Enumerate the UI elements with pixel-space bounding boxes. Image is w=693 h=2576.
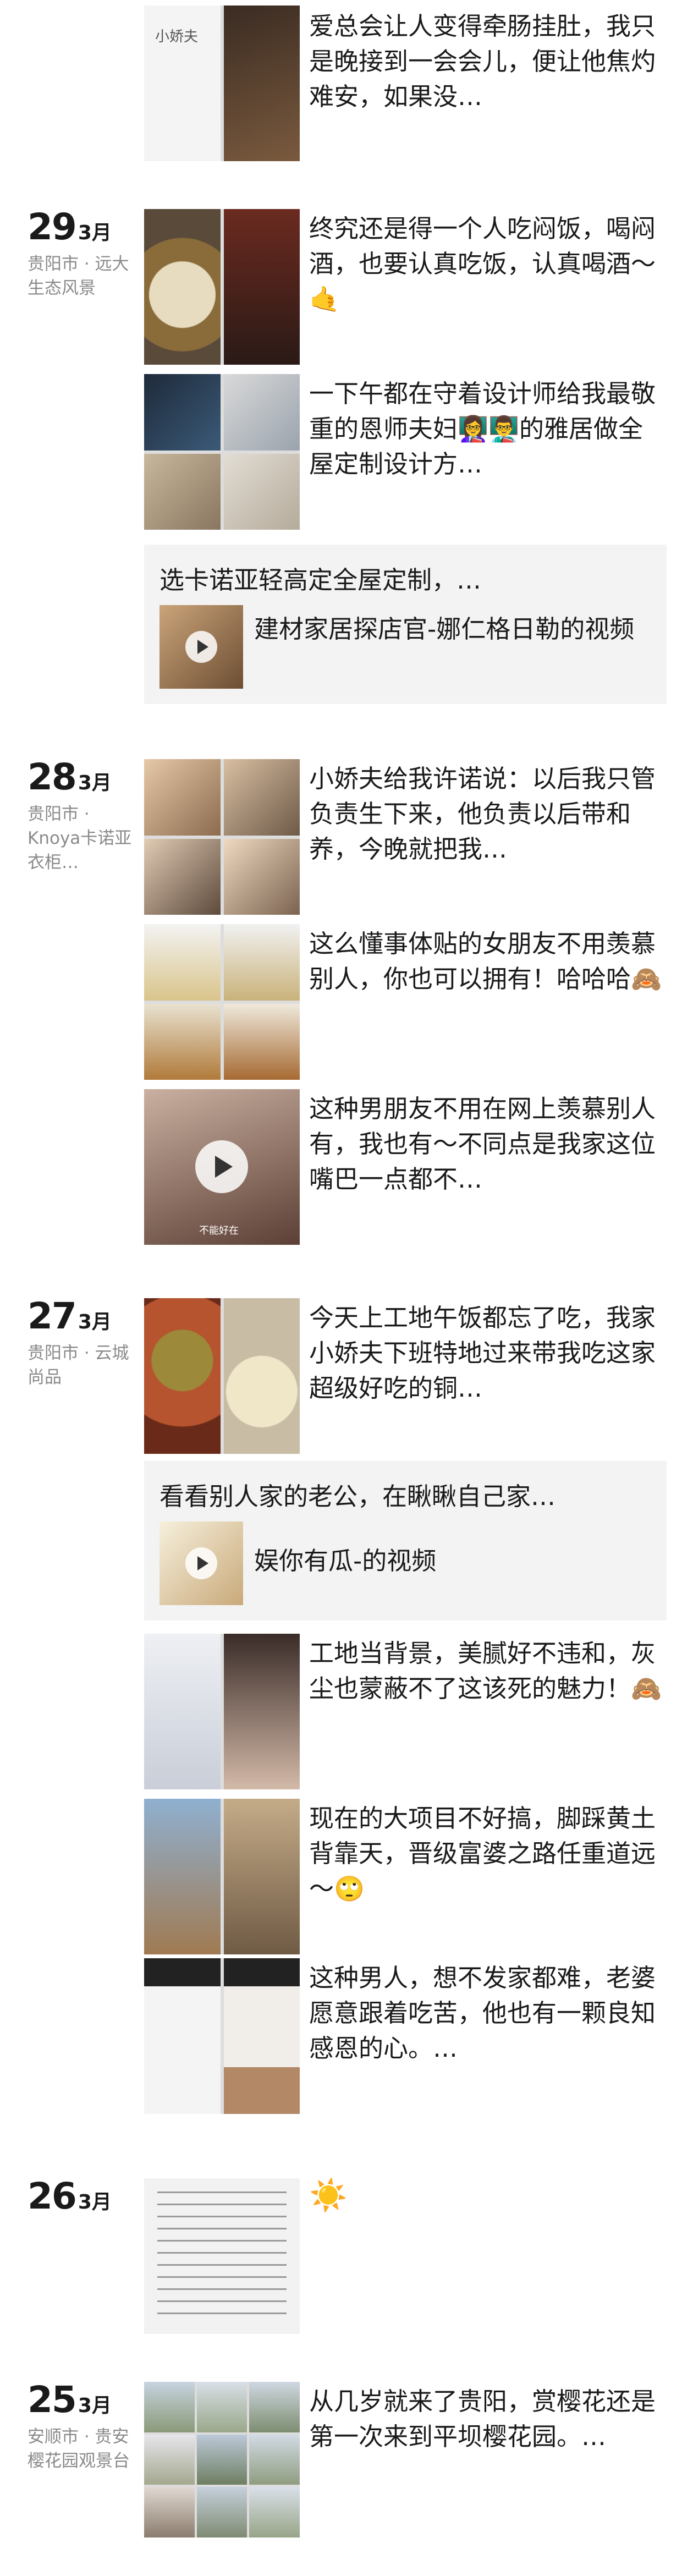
thumbnail-photo [144, 2487, 195, 2537]
post-thumbnail[interactable]: 小娇夫 [144, 6, 300, 161]
thumbnail-photo: 小娇夫 [144, 6, 221, 161]
thumbnail-photo [144, 2434, 195, 2485]
post-text[interactable]: 现在的大项目不好搞，脚踩黄土背靠天，晋级富婆之路任重道远～🙄 [309, 1801, 667, 1907]
date-day: 27 [28, 1295, 77, 1337]
thumbnail-photo [249, 2382, 300, 2432]
post-text[interactable]: 工地当背景，美腻好不违和，灰尘也蒙蔽不了这该死的魅力！🙈 [309, 1636, 667, 1706]
thumbnail-photo [223, 209, 300, 365]
thumbnail-photo [223, 838, 300, 915]
post-text[interactable]: 从几岁就来了贵阳，赏樱花还是第一次来到平坝樱花园。… [309, 2384, 667, 2454]
thumbnail-photo [223, 1634, 300, 1789]
thumbnail-photo [249, 2434, 300, 2485]
text-image [157, 2191, 287, 2321]
post-text[interactable]: 这么懂事体贴的女朋友不用羡慕别人，你也可以拥有！哈哈哈🙈 [309, 926, 667, 997]
post-text[interactable]: 今天上工地午饭都忘了吃，我家小娇夫下班特地过来带我吃这家超级好吃的铜… [309, 1300, 667, 1406]
thumbnail-photo [144, 1003, 221, 1080]
date-header: 26 3月 [28, 2178, 138, 2215]
location-label[interactable]: 贵阳市 · 远大生态风景 [28, 252, 138, 300]
post-thumbnail[interactable] [144, 209, 300, 365]
share-title: 选卡诺亚轻高定全屋定制，… [160, 565, 482, 595]
thumbnail-photo [249, 2487, 300, 2537]
post-text[interactable]: 小娇夫给我许诺说：以后我只管负责生下来，他负责以后带和养，今晚就把我… [309, 761, 667, 867]
post-thumbnail[interactable] [144, 1958, 300, 2114]
play-icon [185, 631, 217, 663]
shared-video-card[interactable]: 看看别人家的老公，在瞅瞅自己家… 娱你有瓜-的视频 [144, 1461, 667, 1621]
date-day: 25 [28, 2379, 77, 2421]
thumbnail-caption: 小娇夫 [155, 29, 199, 45]
thumbnail-photo [144, 1634, 221, 1789]
thumbnail-photo [196, 2434, 248, 2485]
play-icon [185, 1547, 217, 1579]
date-month: 3月 [78, 1311, 112, 1333]
date-day: 28 [28, 756, 77, 798]
play-icon[interactable] [195, 1140, 248, 1193]
post-thumbnail[interactable] [144, 2178, 300, 2334]
thumbnail-photo [223, 1958, 300, 2114]
thumbnail-photo [144, 374, 221, 451]
location-label[interactable]: 贵阳市 · 云城尚品 [28, 1341, 138, 1389]
thumbnail-photo [144, 924, 221, 1001]
post-thumbnail[interactable] [144, 924, 300, 1080]
date-header: 28 3月 贵阳市 · Knoya卡诺亚衣柜… [28, 759, 138, 875]
thumbnail-photo [144, 838, 221, 915]
date-header: 29 3月 贵阳市 · 远大生态风景 [28, 209, 138, 300]
thumbnail-photo [223, 759, 300, 836]
shared-video-card[interactable]: 选卡诺亚轻高定全屋定制，… 建材家居探店官-娜仁格日勒的视频 [144, 545, 667, 704]
thumbnail-photo [144, 209, 221, 365]
location-label[interactable]: 安顺市 · 贵安樱花园观景台 [28, 2425, 138, 2473]
thumbnail-photo [144, 1298, 221, 1454]
share-title: 看看别人家的老公，在瞅瞅自己家… [160, 1482, 556, 1511]
date-day: 29 [28, 206, 77, 248]
post-text[interactable]: 这种男朋友不用在网上羡慕别人有，我也有～不同点是我家这位嘴巴一点都不… [309, 1091, 667, 1197]
location-label[interactable]: 贵阳市 · Knoya卡诺亚衣柜… [28, 802, 138, 875]
thumbnail-photo [223, 1799, 300, 1954]
post-text[interactable]: 一下午都在守着设计师给我最敬重的恩师夫妇👩‍🏫👨‍🏫的雅居做全屋定制设计方… [309, 376, 667, 482]
date-month: 3月 [78, 2191, 112, 2214]
date-header: 27 3月 贵阳市 · 云城尚品 [28, 1298, 138, 1389]
sun-emoji: ☀️ [309, 2178, 348, 2214]
thumbnail-photo [223, 1298, 300, 1454]
date-day: 26 [28, 2175, 77, 2217]
post-thumbnail[interactable] [144, 1298, 300, 1454]
post-thumbnail[interactable] [144, 759, 300, 915]
thumbnail-photo [223, 453, 300, 530]
post-thumbnail[interactable] [144, 374, 300, 530]
post-thumbnail[interactable] [144, 1799, 300, 1954]
thumbnail-photo [144, 759, 221, 836]
post-text[interactable]: 爱总会让人变得牵肠挂肚，我只是晚接到一会会儿，便让他焦灼难安，如果没… [309, 9, 667, 114]
thumbnail-photo [144, 2382, 195, 2432]
thumbnail-photo [196, 2487, 248, 2537]
thumbnail-photo [223, 6, 300, 161]
thumbnail-photo [223, 924, 300, 1001]
thumbnail-photo [144, 1799, 221, 1954]
share-label: 娱你有瓜-的视频 [254, 1546, 437, 1575]
thumbnail-photo [144, 1958, 221, 2114]
post-thumbnail[interactable] [144, 1634, 300, 1789]
thumbnail-photo [144, 453, 221, 530]
thumbnail-photo [196, 2382, 248, 2432]
share-thumbnail [160, 1522, 243, 1605]
post-text[interactable]: 这种男人，想不发家都难，老婆愿意跟着吃苦，他也有一颗良知感恩的心。… [309, 1960, 667, 2066]
date-header: 25 3月 安顺市 · 贵安樱花园观景台 [28, 2382, 138, 2473]
thumbnail-photo [223, 374, 300, 451]
video-caption: 不能好在 [199, 1225, 239, 1237]
post-text[interactable]: 终究还是得一个人吃闷饭，喝闷酒，也要认真吃饭，认真喝酒～🤙 [309, 211, 667, 317]
share-thumbnail [160, 605, 243, 689]
share-label: 建材家居探店官-娜仁格日勒的视频 [254, 614, 635, 644]
date-month: 3月 [78, 772, 112, 794]
date-month: 3月 [78, 222, 112, 244]
thumbnail-photo [223, 1003, 300, 1080]
date-month: 3月 [78, 2394, 112, 2417]
video-thumbnail[interactable]: 不能好在 [144, 1089, 300, 1245]
post-thumbnail[interactable] [144, 2382, 300, 2537]
